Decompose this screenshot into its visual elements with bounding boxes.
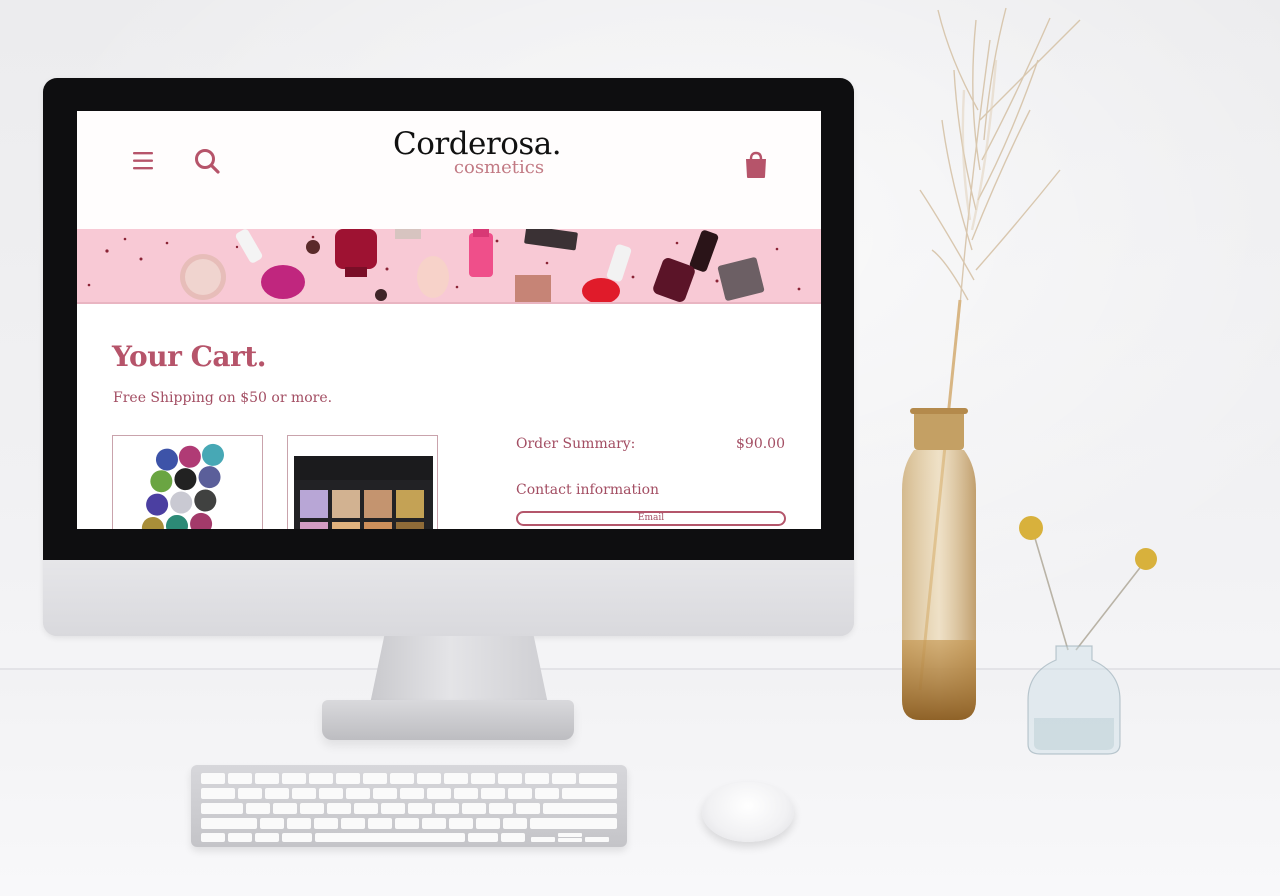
- cart-item-palette[interactable]: [287, 435, 438, 529]
- order-total: $90.00: [736, 436, 785, 452]
- cart-section: Your Cart. Free Shipping on $50 or more.: [77, 304, 821, 529]
- contact-information-label: Contact information: [516, 482, 660, 498]
- cart-title: Your Cart.: [112, 340, 266, 373]
- monitor-chin: [43, 560, 854, 636]
- keyboard-keys: [201, 773, 617, 842]
- website-screen: Corderosa. cosmetics Your Cart. Free Shi…: [77, 111, 821, 529]
- search-icon[interactable]: [193, 147, 221, 175]
- brand-logo[interactable]: Corderosa. cosmetics: [393, 125, 562, 179]
- glitter-pots-photo: [113, 436, 262, 529]
- cart-item-glitter[interactable]: [112, 435, 263, 529]
- cosmetics-banner: [77, 229, 821, 302]
- magic-mouse: [702, 782, 794, 842]
- cosmetics-banner-image: [77, 229, 821, 302]
- site-header: Corderosa. cosmetics: [77, 111, 821, 229]
- monitor-stand: [370, 636, 548, 704]
- eyeshadow-palette-photo: [288, 436, 437, 529]
- keyboard: [191, 765, 627, 847]
- monitor-stand-base: [322, 700, 574, 740]
- vase-decor: [902, 7, 1157, 755]
- shopping-bag-icon[interactable]: [743, 151, 769, 179]
- free-shipping-note: Free Shipping on $50 or more.: [113, 390, 333, 406]
- menu-icon[interactable]: [132, 149, 156, 173]
- order-summary-label: Order Summary:: [516, 436, 636, 452]
- email-field[interactable]: Email: [516, 511, 786, 526]
